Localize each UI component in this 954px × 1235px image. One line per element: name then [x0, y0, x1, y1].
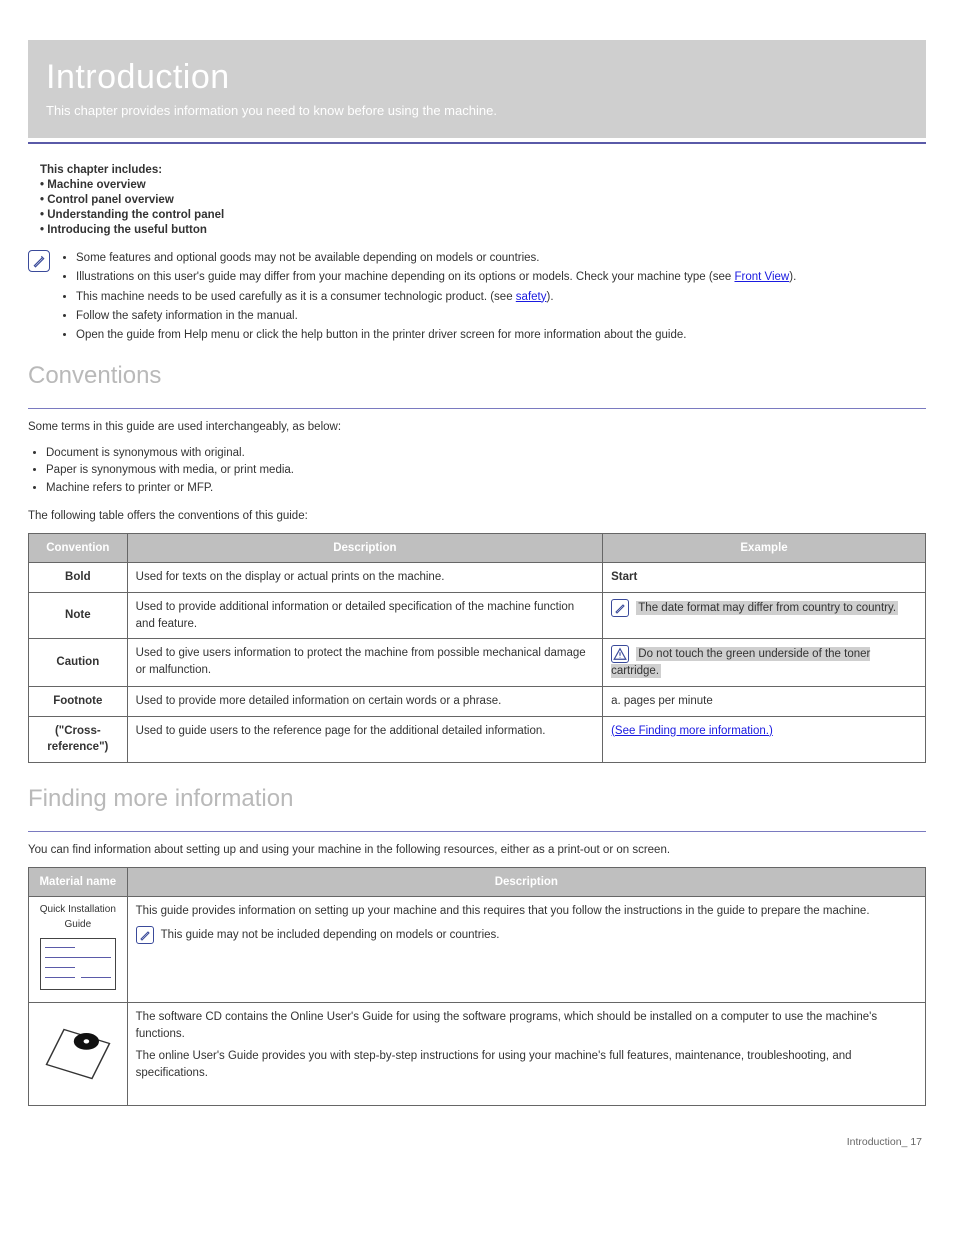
caution-icon [611, 645, 629, 663]
toc-item: Control panel overview [47, 194, 174, 206]
table-row: Bold Used for texts on the display or ac… [29, 563, 926, 593]
front-view-link[interactable]: Front View [734, 271, 789, 283]
quick-guide-icon [40, 938, 116, 990]
note-icon [28, 250, 50, 272]
chapter-includes: This chapter includes: • Machine overvie… [40, 164, 926, 236]
conv-bullet: Paper is synonymous with media, or print… [46, 462, 926, 480]
note-item: Some features and optional goods may not… [76, 250, 796, 267]
finding-heading: Finding more information [28, 785, 926, 813]
th-desc: Description [127, 868, 925, 897]
conventions-table: Convention Description Example Bold Used… [28, 533, 926, 763]
note-item: Illustrations on this user's guide may d… [76, 269, 796, 286]
intro-note-block: Some features and optional goods may not… [28, 250, 926, 346]
finding-intro: You can find information about setting u… [28, 842, 926, 859]
conv-bullet: Machine refers to printer or MFP. [46, 480, 926, 498]
material-name: Quick Installation Guide [37, 903, 119, 932]
cross-ref-link[interactable]: (See Finding more information.) [611, 725, 773, 737]
table-row: ("Cross-reference") Used to guide users … [29, 716, 926, 762]
table-row: Note Used to provide additional informat… [29, 592, 926, 638]
note-item: This machine needs to be used carefully … [76, 289, 796, 306]
banner-divider [28, 142, 926, 144]
finding-table: Material name Description Quick Installa… [28, 867, 926, 1106]
toc-item: Introducing the useful button [47, 224, 207, 236]
material-desc: This guide provides information on setti… [127, 897, 925, 1003]
conventions-heading: Conventions [28, 362, 926, 390]
conventions-bullets: Document is synonymous with original. Pa… [46, 445, 926, 498]
toc-item: Understanding the control panel [47, 209, 224, 221]
material-desc: The software CD contains the Online User… [127, 1003, 925, 1106]
page-footer: Introduction_ 17 [28, 1136, 926, 1148]
th-material: Material name [29, 868, 128, 897]
page-title: Introduction [46, 58, 908, 97]
note-icon [136, 926, 154, 944]
th-convention: Convention [29, 534, 128, 563]
conventions-intro: Some terms in this guide are used interc… [28, 419, 926, 436]
table-row: Caution Used to give users information t… [29, 639, 926, 687]
table-row: The software CD contains the Online User… [29, 1003, 926, 1106]
th-description: Description [127, 534, 602, 563]
chapter-includes-heading: This chapter includes: [40, 164, 926, 176]
th-example: Example [603, 534, 926, 563]
table-row: Quick Installation Guide This guide prov… [29, 897, 926, 1003]
section-divider [28, 831, 926, 832]
conv-bullet: Document is synonymous with original. [46, 445, 926, 463]
section-divider [28, 408, 926, 409]
page-subtitle: This chapter provides information you ne… [46, 103, 908, 118]
safety-link[interactable]: safety [516, 291, 547, 303]
conventions-table-intro: The following table offers the conventio… [28, 508, 926, 525]
cd-icon [37, 1009, 119, 1099]
title-banner: Introduction This chapter provides infor… [28, 40, 926, 138]
note-item: Open the guide from Help menu or click t… [76, 327, 796, 344]
table-row: Footnote Used to provide more detailed i… [29, 686, 926, 716]
toc-item: Machine overview [47, 179, 145, 191]
note-item: Follow the safety information in the man… [76, 308, 796, 325]
note-icon [611, 599, 629, 617]
